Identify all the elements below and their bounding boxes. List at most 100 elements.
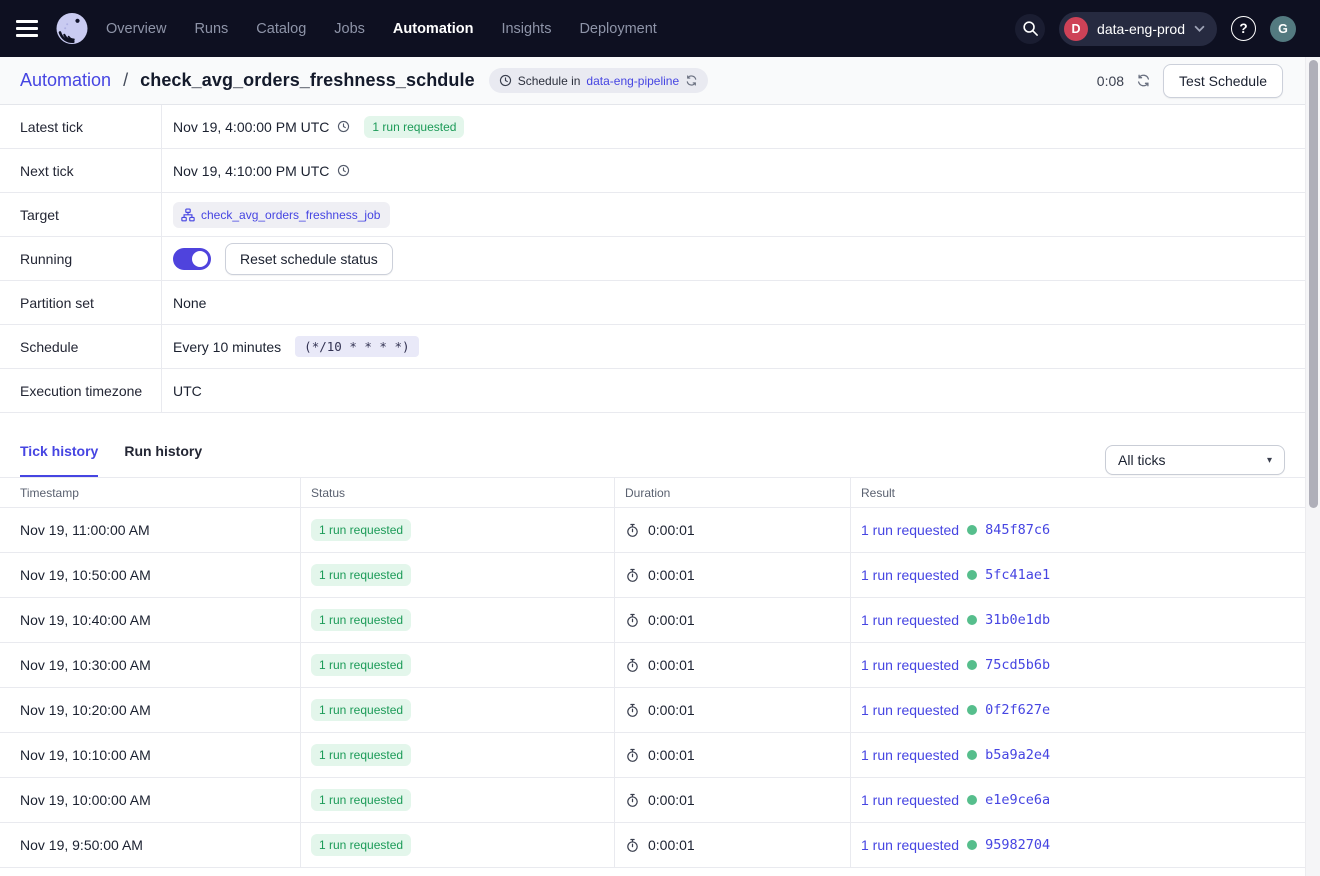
- schedule-label: Schedule: [0, 325, 162, 368]
- header-actions: 0:08 Test Schedule: [1097, 64, 1283, 98]
- target-job-pill[interactable]: check_avg_orders_freshness_job: [173, 202, 390, 228]
- scrollbar-thumb[interactable]: [1309, 60, 1318, 508]
- chevron-down-icon: [1194, 25, 1205, 32]
- tick-duration: 0:00:01: [648, 837, 695, 853]
- reload-icon[interactable]: [685, 74, 698, 87]
- runs-requested-link[interactable]: 1 run requested: [861, 837, 959, 853]
- nav-item-overview[interactable]: Overview: [106, 21, 166, 37]
- schedule-in-label: Schedule in: [518, 74, 581, 88]
- tick-timestamp: Nov 19, 9:50:00 AM: [0, 823, 300, 867]
- clock-icon: [337, 120, 350, 133]
- stopwatch-icon: [625, 838, 640, 853]
- tick-history-table: Timestamp Status Duration Result Nov 19,…: [0, 477, 1305, 868]
- tick-status-badge: 1 run requested: [311, 789, 411, 811]
- latest-tick-status-badge: 1 run requested: [364, 116, 464, 138]
- run-id-link[interactable]: 75cd5b6b: [985, 657, 1050, 673]
- runs-requested-link[interactable]: 1 run requested: [861, 567, 959, 583]
- tick-status-badge: 1 run requested: [311, 834, 411, 856]
- col-header-status: Status: [300, 478, 614, 507]
- nav-item-runs[interactable]: Runs: [194, 21, 228, 37]
- table-row: Nov 19, 11:00:00 AM 1 run requested: [0, 508, 1305, 553]
- table-row: Nov 19, 10:20:00 AM 1 run requested: [0, 688, 1305, 733]
- run-id-link[interactable]: 5fc41ae1: [985, 567, 1050, 583]
- run-success-dot: [967, 750, 977, 760]
- nav-item-automation[interactable]: Automation: [393, 21, 474, 37]
- tab-tick-history[interactable]: Tick history: [20, 443, 98, 477]
- runs-requested-link[interactable]: 1 run requested: [861, 612, 959, 628]
- target-label: Target: [0, 193, 162, 236]
- search-icon[interactable]: [1015, 14, 1045, 44]
- latest-tick-time: Nov 19, 4:00:00 PM UTC: [173, 119, 329, 135]
- tick-filter-select[interactable]: All ticks ▾: [1105, 445, 1285, 475]
- nav-item-catalog[interactable]: Catalog: [256, 21, 306, 37]
- running-row: Running Reset schedule status: [0, 237, 1305, 281]
- tick-timestamp: Nov 19, 10:10:00 AM: [0, 733, 300, 777]
- run-success-dot: [967, 525, 977, 535]
- next-tick-time: Nov 19, 4:10:00 PM UTC: [173, 163, 329, 179]
- run-success-dot: [967, 570, 977, 580]
- stopwatch-icon: [625, 703, 640, 718]
- vertical-scrollbar[interactable]: [1305, 57, 1320, 876]
- runs-requested-link[interactable]: 1 run requested: [861, 747, 959, 763]
- run-id-link[interactable]: 0f2f627e: [985, 702, 1050, 718]
- runs-requested-link[interactable]: 1 run requested: [861, 702, 959, 718]
- run-id-link[interactable]: e1e9ce6a: [985, 792, 1050, 808]
- stopwatch-icon: [625, 793, 640, 808]
- running-label: Running: [0, 237, 162, 280]
- dagster-logo-icon[interactable]: [54, 11, 90, 47]
- nav-links: Overview Runs Catalog Jobs Automation In…: [106, 21, 657, 37]
- run-success-dot: [967, 705, 977, 715]
- test-schedule-button[interactable]: Test Schedule: [1163, 64, 1283, 98]
- next-tick-row: Next tick Nov 19, 4:10:00 PM UTC: [0, 149, 1305, 193]
- refresh-icon[interactable]: [1136, 73, 1151, 88]
- next-tick-label: Next tick: [0, 149, 162, 192]
- table-row: Nov 19, 10:10:00 AM 1 run requested: [0, 733, 1305, 778]
- reset-schedule-status-button[interactable]: Reset schedule status: [225, 243, 393, 275]
- tick-timestamp: Nov 19, 10:40:00 AM: [0, 598, 300, 642]
- tick-duration: 0:00:01: [648, 792, 695, 808]
- code-location-link[interactable]: data-eng-pipeline: [586, 74, 679, 88]
- tick-duration: 0:00:01: [648, 522, 695, 538]
- menu-icon[interactable]: [16, 16, 42, 42]
- run-id-link[interactable]: 845f87c6: [985, 522, 1050, 538]
- help-icon[interactable]: ?: [1231, 16, 1256, 41]
- run-id-link[interactable]: b5a9a2e4: [985, 747, 1050, 763]
- table-row: Nov 19, 10:50:00 AM 1 run requested: [0, 553, 1305, 598]
- stopwatch-icon: [625, 658, 640, 673]
- timezone-value: UTC: [173, 383, 202, 399]
- run-id-link[interactable]: 31b0e1db: [985, 612, 1050, 628]
- timezone-row: Execution timezone UTC: [0, 369, 1305, 413]
- nav-item-insights[interactable]: Insights: [501, 21, 551, 37]
- latest-tick-label: Latest tick: [0, 105, 162, 148]
- deployment-name: data-eng-prod: [1097, 21, 1185, 37]
- runs-requested-link[interactable]: 1 run requested: [861, 657, 959, 673]
- avatar[interactable]: G: [1270, 16, 1296, 42]
- runs-requested-link[interactable]: 1 run requested: [861, 522, 959, 538]
- tick-timestamp: Nov 19, 10:00:00 AM: [0, 778, 300, 822]
- target-job-link[interactable]: check_avg_orders_freshness_job: [201, 208, 380, 222]
- timezone-label: Execution timezone: [0, 369, 162, 412]
- breadcrumb-automation-link[interactable]: Automation: [20, 70, 111, 90]
- nav-item-jobs[interactable]: Jobs: [334, 21, 365, 37]
- runs-requested-link[interactable]: 1 run requested: [861, 792, 959, 808]
- stopwatch-icon: [625, 523, 640, 538]
- nav-item-deployment[interactable]: Deployment: [579, 21, 656, 37]
- tick-duration: 0:00:01: [648, 747, 695, 763]
- page-header: Automation / check_avg_orders_freshness_…: [0, 57, 1305, 105]
- breadcrumb: Automation / check_avg_orders_freshness_…: [20, 70, 475, 91]
- partition-set-label: Partition set: [0, 281, 162, 324]
- tick-duration: 0:00:01: [648, 702, 695, 718]
- deployment-switcher[interactable]: D data-eng-prod: [1059, 12, 1217, 46]
- run-id-link[interactable]: 95982704: [985, 837, 1050, 853]
- latest-tick-row: Latest tick Nov 19, 4:00:00 PM UTC 1 run…: [0, 105, 1305, 149]
- run-success-dot: [967, 840, 977, 850]
- nav-right-cluster: D data-eng-prod ? G: [1015, 12, 1296, 46]
- deployment-initial-badge: D: [1064, 17, 1088, 41]
- tick-status-badge: 1 run requested: [311, 519, 411, 541]
- running-toggle[interactable]: [173, 248, 211, 270]
- tick-status-badge: 1 run requested: [311, 699, 411, 721]
- tick-status-badge: 1 run requested: [311, 744, 411, 766]
- breadcrumb-separator: /: [123, 70, 128, 90]
- table-body: Nov 19, 11:00:00 AM 1 run requested: [0, 508, 1305, 868]
- tab-run-history[interactable]: Run history: [124, 443, 202, 477]
